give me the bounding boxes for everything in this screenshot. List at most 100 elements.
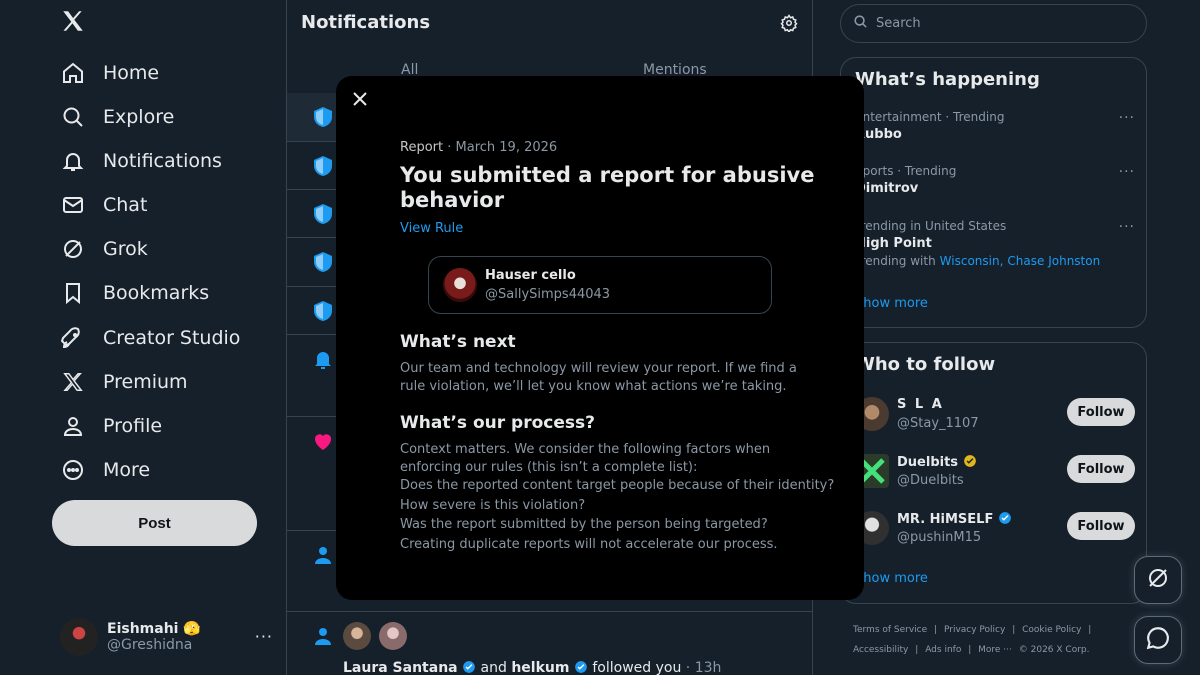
notification-row[interactable]: Laura Santana and helkum followed you · …	[287, 612, 813, 675]
report-meta: Report · March 19, 2026	[400, 140, 557, 155]
trend-related: Trending with Wisconsin, Chase Johnston	[855, 254, 1135, 268]
footer-link[interactable]: Accessibility	[853, 645, 908, 655]
process-list: Does the reported content target people …	[400, 476, 840, 554]
user-name-text: Duelbits	[897, 455, 959, 470]
process-item: How severe is this violation?	[400, 497, 586, 513]
account-switcher[interactable]: Eishmahi 🫣 @Greshidna ···	[60, 612, 275, 662]
show-more-link[interactable]: Show more	[855, 296, 928, 311]
nav-item-premium[interactable]: Premium	[60, 362, 188, 402]
follow-suggestion[interactable]: MR. HiMSELF @pushinM15 Follow	[855, 509, 1135, 549]
home-icon	[60, 60, 86, 86]
grok-icon	[60, 236, 86, 262]
nav-label-explore: Explore	[103, 106, 175, 128]
bell-icon	[60, 148, 86, 174]
person-icon	[311, 624, 335, 648]
report-modal: Report · March 19, 2026 You submitted a …	[336, 76, 864, 600]
nav-item-more[interactable]: More	[60, 450, 150, 490]
show-more-link[interactable]: Show more	[855, 571, 928, 586]
footer-link[interactable]: Ads info	[925, 645, 961, 655]
trend-item[interactable]: Trending in United States High Point Tre…	[855, 219, 1135, 268]
reported-user-card[interactable]: Hauser cello @SallySimps44043	[428, 256, 772, 314]
shield-icon	[311, 105, 335, 129]
account-handle: @Greshidna	[107, 637, 193, 653]
x-logo-icon[interactable]	[60, 8, 90, 38]
view-rule-link[interactable]: View Rule	[400, 221, 463, 236]
nav-label-profile: Profile	[103, 415, 163, 437]
shield-icon	[311, 250, 335, 274]
nav-label-chat: Chat	[103, 194, 148, 216]
nav-item-chat[interactable]: Chat	[60, 185, 147, 225]
follow-button[interactable]: Follow	[1067, 512, 1135, 540]
nav-item-notifications[interactable]: Notifications	[60, 141, 222, 181]
more-icon[interactable]: ···	[1119, 164, 1135, 180]
user-name[interactable]: helkum	[511, 660, 569, 675]
footer-divider: |	[1012, 625, 1016, 635]
avatar[interactable]	[343, 622, 371, 650]
verified-badge-icon	[462, 660, 476, 674]
follow-button[interactable]: Follow	[1067, 398, 1135, 426]
user-name: Duelbits	[897, 454, 977, 470]
messages-button[interactable]	[1134, 616, 1182, 664]
trend-link[interactable]: Wisconsin,	[940, 254, 1004, 268]
nav-label-bookmarks: Bookmarks	[103, 282, 210, 304]
search-box[interactable]	[840, 4, 1147, 43]
person-icon	[60, 413, 86, 439]
nav-label-notifications: Notifications	[103, 150, 222, 172]
trend-item[interactable]: Entertainment · Trending Rubbo ···	[855, 110, 1135, 142]
panel-title: Who to follow	[855, 354, 996, 375]
nav-item-bookmarks[interactable]: Bookmarks	[60, 273, 209, 313]
process-item: Was the report submitted by the person b…	[400, 517, 768, 532]
avatar	[60, 618, 98, 656]
nav-label-premium: Premium	[103, 371, 188, 393]
search-icon	[60, 104, 86, 130]
footer-divider: |	[1088, 625, 1092, 635]
follow-button[interactable]: Follow	[1067, 455, 1135, 483]
trend-category: Entertainment · Trending	[855, 110, 1005, 124]
person-icon	[311, 543, 335, 567]
footer-divider: |	[968, 645, 972, 655]
user-name: S L A	[897, 397, 944, 412]
verified-badge-icon	[574, 660, 588, 674]
nav-item-creator-studio[interactable]: Creator Studio	[60, 318, 240, 358]
avatar[interactable]	[379, 622, 407, 650]
shield-icon	[311, 202, 335, 226]
gear-icon[interactable]	[780, 14, 800, 34]
search-input[interactable]	[876, 16, 1126, 31]
nav-item-profile[interactable]: Profile	[60, 406, 162, 446]
panel-title: What’s happening	[855, 69, 1040, 90]
follow-suggestion[interactable]: Duelbits @Duelbits Follow	[855, 452, 1135, 492]
footer-link[interactable]: More ···	[978, 645, 1012, 655]
user-handle: @Duelbits	[897, 473, 964, 488]
grok-button[interactable]	[1134, 556, 1182, 604]
trend-link[interactable]: Chase Johnston	[1007, 254, 1100, 268]
close-icon[interactable]	[350, 89, 370, 109]
left-navigation: Home Explore Notifications Chat Grok Boo…	[0, 0, 287, 675]
nav-item-home[interactable]: Home	[60, 53, 159, 93]
more-circle-icon	[60, 457, 86, 483]
user-name[interactable]: Laura Santana	[343, 660, 458, 675]
nav-label-home: Home	[103, 62, 160, 84]
nav-item-explore[interactable]: Explore	[60, 97, 174, 137]
footer-link[interactable]: Privacy Policy	[944, 625, 1005, 635]
heart-icon	[311, 429, 335, 453]
footer-divider: |	[934, 625, 938, 635]
footer-link[interactable]: Cookie Policy	[1022, 625, 1081, 635]
reported-user-handle: @SallySimps44043	[485, 287, 611, 302]
follow-suggestion[interactable]: S L A @Stay_1107 Follow	[855, 395, 1135, 435]
account-name: Eishmahi 🫣	[107, 621, 201, 637]
trend-name: Rubbo	[855, 127, 902, 142]
nav-item-grok[interactable]: Grok	[60, 229, 148, 269]
trend-item[interactable]: Sports · Trending Dimitrov ···	[855, 164, 1135, 196]
report-label: Report	[400, 140, 444, 155]
user-handle: @pushinM15	[897, 530, 982, 545]
footer-link[interactable]: Terms of Service	[853, 625, 927, 635]
more-icon[interactable]: ···	[1119, 219, 1135, 235]
trend-category: Trending in United States	[855, 219, 1007, 233]
rocket-icon	[60, 325, 86, 351]
post-button[interactable]: Post	[52, 500, 257, 546]
bookmark-icon	[60, 280, 86, 306]
verified-badge-icon	[963, 454, 977, 468]
more-icon[interactable]: ···	[255, 627, 273, 646]
process-intro: Context matters. We consider the followi…	[400, 442, 771, 475]
more-icon[interactable]: ···	[1119, 110, 1135, 126]
